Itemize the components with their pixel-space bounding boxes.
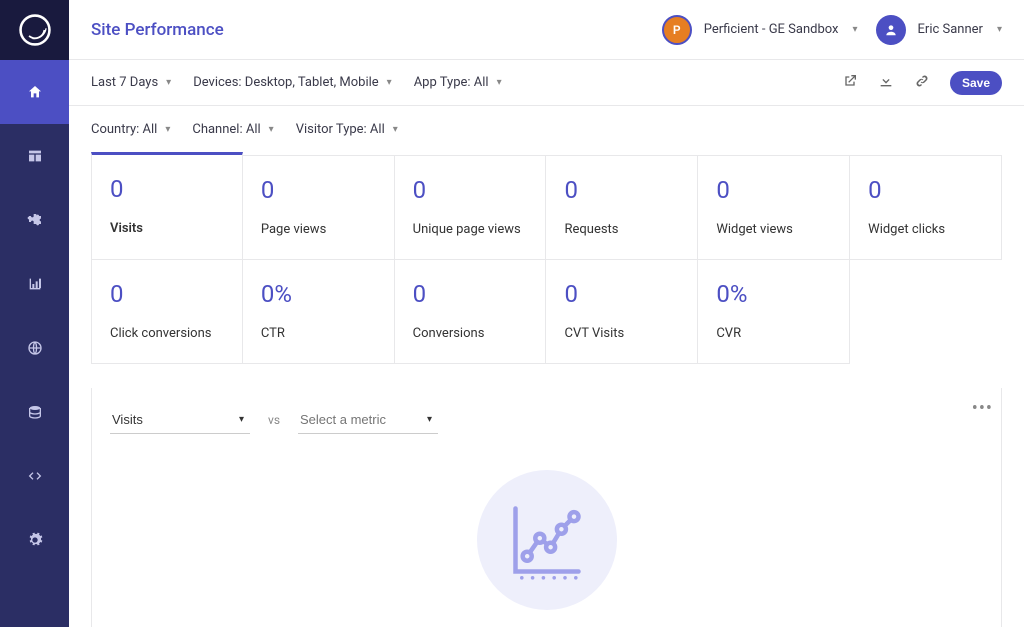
user-name: Eric Sanner: [918, 22, 983, 37]
nav-code[interactable]: [0, 444, 69, 508]
nav-analytics[interactable]: [0, 252, 69, 316]
metrics-grid: 0 Visits 0 Page views 0 Unique page views 0 Req…: [91, 152, 1002, 364]
nav-plugins[interactable]: [0, 188, 69, 252]
filter-app-type[interactable]: App Type: All▾: [414, 75, 502, 90]
metric-card[interactable]: 0 Page views: [243, 155, 395, 260]
logo[interactable]: [0, 0, 69, 60]
page-title: Site Performance: [91, 20, 224, 40]
org-selector[interactable]: P Perficient - GE Sandbox ▾: [662, 15, 858, 45]
metric-value: 0: [716, 176, 831, 204]
filterbar-secondary: Country: All▾ Channel: All▾ Visitor Type…: [69, 106, 1024, 152]
chart-empty-badge: [477, 470, 617, 610]
metric-card[interactable]: 0 Widget views: [698, 155, 850, 260]
code-icon: [27, 468, 43, 484]
chevron-down-icon: ▾: [166, 77, 171, 88]
metric-b-select[interactable]: [298, 406, 438, 434]
org-avatar: P: [662, 15, 692, 45]
user-selector[interactable]: Eric Sanner ▾: [876, 15, 1002, 45]
gear-icon: [27, 532, 43, 548]
metric-value: 0: [413, 280, 528, 308]
metric-card[interactable]: 0% CTR: [243, 260, 395, 364]
metric-label: Unique page views: [413, 222, 528, 237]
puzzle-icon: [27, 212, 43, 228]
chevron-down-icon: ▾: [997, 24, 1002, 35]
vs-label: vs: [268, 413, 280, 427]
metric-a-select[interactable]: [110, 406, 250, 434]
nav-database[interactable]: [0, 380, 69, 444]
metric-card[interactable]: 0 Conversions: [395, 260, 547, 364]
nav-home[interactable]: [0, 60, 69, 124]
metric-value: 0%: [716, 280, 831, 308]
share-icon: [842, 73, 858, 89]
metric-value: 0%: [261, 280, 376, 308]
chevron-down-icon: ▾: [269, 124, 274, 135]
topbar: Site Performance P Perficient - GE Sandb…: [69, 0, 1024, 60]
download-icon: [878, 73, 894, 89]
globe-icon: [27, 340, 43, 356]
link-icon: [914, 73, 930, 89]
chevron-down-icon: ▾: [497, 77, 502, 88]
org-name: Perficient - GE Sandbox: [704, 22, 839, 37]
metric-value: 0: [564, 176, 679, 204]
database-icon: [27, 404, 43, 420]
chart-panel: ••• ▾ vs ▾: [91, 388, 1002, 627]
metric-label: CVR: [716, 326, 831, 341]
chart-icon: [27, 276, 43, 292]
filterbar-primary: Last 7 Days▾ Devices: Desktop, Tablet, M…: [69, 60, 1024, 106]
user-icon: [884, 23, 898, 37]
metric-label: Conversions: [413, 326, 528, 341]
metric-card[interactable]: 0 Click conversions: [91, 260, 243, 364]
main: Site Performance P Perficient - GE Sandb…: [69, 0, 1024, 627]
metric-value: 0: [413, 176, 528, 204]
metric-value: 0: [110, 175, 224, 203]
filter-visitor-type[interactable]: Visitor Type: All▾: [296, 122, 398, 137]
metric-value: 0: [110, 280, 224, 308]
download-button[interactable]: [878, 73, 894, 93]
link-button[interactable]: [914, 73, 930, 93]
metric-card[interactable]: 0 Unique page views: [395, 155, 547, 260]
metric-label: Visits: [110, 221, 224, 236]
metric-card[interactable]: 0 Visits: [91, 152, 243, 260]
line-chart-icon: [502, 495, 592, 585]
filter-channel[interactable]: Channel: All▾: [192, 122, 273, 137]
brand-logo-icon: [18, 13, 52, 47]
user-avatar: [876, 15, 906, 45]
chevron-down-icon: ▾: [165, 124, 170, 135]
content-scroll[interactable]: 0 Visits 0 Page views 0 Unique page views 0 Req…: [69, 152, 1024, 627]
nav-settings[interactable]: [0, 508, 69, 572]
filter-date[interactable]: Last 7 Days▾: [91, 75, 171, 90]
nav-globe[interactable]: [0, 316, 69, 380]
save-button[interactable]: Save: [950, 71, 1002, 95]
filter-devices[interactable]: Devices: Desktop, Tablet, Mobile▾: [193, 75, 391, 90]
metric-card[interactable]: 0 CVT Visits: [546, 260, 698, 364]
metric-label: Requests: [564, 222, 679, 237]
home-icon: [27, 84, 43, 100]
filter-country[interactable]: Country: All▾: [91, 122, 170, 137]
sidebar: [0, 0, 69, 627]
metric-label: CVT Visits: [564, 326, 679, 341]
metric-label: Click conversions: [110, 326, 224, 341]
metric-card[interactable]: 0 Widget clicks: [850, 155, 1002, 260]
chevron-down-icon: ▾: [853, 24, 858, 35]
metric-value: 0: [261, 176, 376, 204]
metric-label: Widget views: [716, 222, 831, 237]
metric-card[interactable]: 0% CVR: [698, 260, 850, 364]
metric-value: 0: [564, 280, 679, 308]
metric-card[interactable]: 0 Requests: [546, 155, 698, 260]
nav-layout[interactable]: [0, 124, 69, 188]
chart-empty-state: No data available: [110, 440, 983, 627]
share-button[interactable]: [842, 73, 858, 93]
metric-value: 0: [868, 176, 983, 204]
metric-label: Widget clicks: [868, 222, 983, 237]
layout-icon: [27, 148, 43, 164]
metric-label: CTR: [261, 326, 376, 341]
chevron-down-icon: ▾: [387, 77, 392, 88]
metric-label: Page views: [261, 222, 376, 237]
chart-controls: ▾ vs ▾: [110, 396, 983, 440]
chevron-down-icon: ▾: [393, 124, 398, 135]
chart-menu-button[interactable]: •••: [972, 398, 993, 419]
